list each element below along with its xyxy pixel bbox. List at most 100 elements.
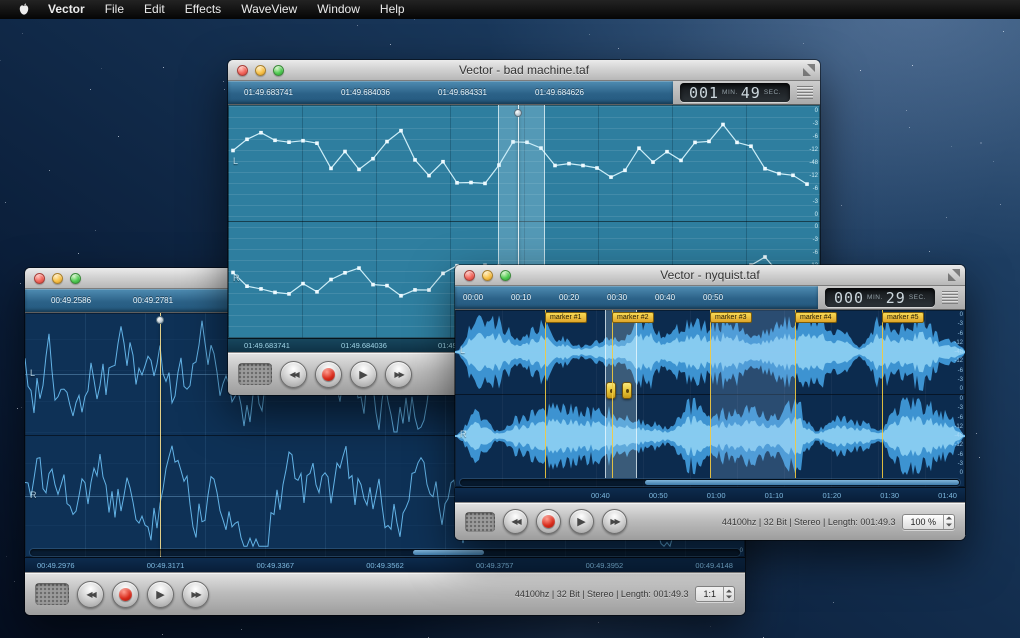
traffic-lights: [464, 270, 511, 281]
apple-icon: [18, 3, 30, 17]
titlebar[interactable]: Vector - bad machine.taf: [228, 60, 820, 81]
highlighted-region[interactable]: [710, 310, 795, 478]
close-button[interactable]: [34, 273, 45, 284]
fast-forward-button[interactable]: ▶▶: [602, 509, 627, 534]
speaker-grille: [238, 363, 272, 385]
marker-tag[interactable]: marker #2: [612, 312, 654, 323]
ruler-label: 01:30: [880, 491, 899, 500]
ruler-label: 00:10: [511, 293, 559, 302]
ruler-label: 01:49.683741: [244, 341, 341, 350]
marker-line[interactable]: marker #2: [612, 310, 613, 478]
waveform-display[interactable]: L R 0-3-6-12-48-12-6-30 0-3-6-12-48-12-6…: [455, 310, 965, 487]
minutes-value: 000: [834, 289, 864, 307]
marker-tag[interactable]: marker #4: [795, 312, 837, 323]
desktop: Vector File Edit Effects WaveView Window…: [0, 0, 1020, 638]
maximize-button[interactable]: [273, 65, 284, 76]
play-button[interactable]: ▶: [569, 509, 594, 534]
play-button[interactable]: ▶: [350, 361, 377, 388]
maximize-button[interactable]: [500, 270, 511, 281]
playhead-handle[interactable]: [514, 109, 522, 117]
menu-window[interactable]: Window: [307, 0, 370, 19]
selection-handle-right[interactable]: [622, 382, 632, 399]
marker-line[interactable]: marker #4: [795, 310, 796, 478]
speaker-grille: [35, 583, 69, 605]
marker-tag[interactable]: marker #3: [710, 312, 752, 323]
menu-edit[interactable]: Edit: [134, 0, 175, 19]
marker-line[interactable]: marker #1: [545, 310, 546, 478]
apple-menu[interactable]: [10, 3, 38, 17]
play-icon: ▶: [359, 368, 367, 381]
ruler-label: 00:49.2976: [37, 561, 75, 570]
record-button[interactable]: [112, 581, 139, 608]
menu-vector[interactable]: Vector: [38, 0, 95, 19]
rewind-button[interactable]: ◀◀: [503, 509, 528, 534]
zoom-stepper[interactable]: [723, 587, 734, 601]
stepper-up-icon[interactable]: [944, 515, 954, 522]
horizontal-scrollbar[interactable]: [30, 549, 740, 556]
ruler-label: 00:49.3367: [256, 561, 294, 570]
drag-grip[interactable]: [942, 291, 958, 304]
record-button[interactable]: [315, 361, 342, 388]
maximize-button[interactable]: [70, 273, 81, 284]
channel-label-left: L: [30, 368, 35, 378]
close-button[interactable]: [464, 270, 475, 281]
timeline-ruler-top[interactable]: 00:00 00:10 00:20 00:30 00:40 00:50: [455, 286, 818, 309]
timeline-ruler-bottom[interactable]: 00:40 00:50 01:00 01:10 01:20 01:30 01:4…: [455, 487, 965, 502]
marker-line[interactable]: marker #3: [710, 310, 711, 478]
ruler-label: 00:49.2586: [51, 296, 133, 305]
traffic-lights: [237, 65, 284, 76]
menu-file[interactable]: File: [95, 0, 134, 19]
marker-tag[interactable]: marker #5: [882, 312, 924, 323]
time-display: 001 MIN. 49 SEC.: [680, 83, 790, 102]
rewind-button[interactable]: ◀◀: [280, 361, 307, 388]
channel-label-left: L: [460, 345, 465, 355]
minimize-button[interactable]: [255, 65, 266, 76]
playhead[interactable]: [160, 313, 161, 557]
rewind-icon: ◀◀: [86, 590, 94, 599]
menu-waveview[interactable]: WaveView: [231, 0, 307, 19]
close-button[interactable]: [237, 65, 248, 76]
zoom-stepper[interactable]: [943, 515, 954, 529]
minimize-button[interactable]: [52, 273, 63, 284]
ruler-label: 00:40: [591, 491, 610, 500]
stepper-down-icon[interactable]: [944, 522, 954, 529]
time-readout-area: 000 MIN. 29 SEC.: [818, 286, 965, 309]
timeline-ruler-bottom[interactable]: 00:49.2976 00:49.3171 00:49.3367 00:49.3…: [25, 557, 745, 572]
rewind-button[interactable]: ◀◀: [77, 581, 104, 608]
fullscreen-icon[interactable]: [948, 269, 960, 281]
fast-forward-button[interactable]: ▶▶: [182, 581, 209, 608]
drag-grip[interactable]: [797, 86, 813, 99]
marker-line[interactable]: marker #5: [882, 310, 883, 478]
fast-forward-icon: ▶▶: [610, 517, 618, 526]
file-info-text: 44100hz | 32 Bit | Stereo | Length: 001:…: [722, 517, 896, 527]
selection-handle-left[interactable]: [606, 382, 616, 399]
channel-label-right: R: [233, 273, 240, 283]
fast-forward-icon: ▶▶: [191, 590, 199, 599]
titlebar[interactable]: Vector - nyquist.taf: [455, 265, 965, 286]
play-icon: ▶: [156, 588, 164, 601]
fast-forward-button[interactable]: ▶▶: [385, 361, 412, 388]
record-button[interactable]: [536, 509, 561, 534]
stepper-down-icon[interactable]: [724, 594, 734, 601]
menu-help[interactable]: Help: [370, 0, 415, 19]
zoom-select[interactable]: 1:1: [695, 586, 735, 602]
fullscreen-icon[interactable]: [803, 64, 815, 76]
timeline-ruler-top[interactable]: 01:49.683741 01:49.684036 01:49.684331 0…: [228, 81, 673, 104]
zoom-select[interactable]: 100 %: [902, 514, 955, 530]
menu-effects[interactable]: Effects: [175, 0, 231, 19]
ruler-label: 01:20: [822, 491, 841, 500]
scrollbar-thumb[interactable]: [413, 550, 484, 555]
minutes-unit: MIN.: [867, 294, 883, 301]
marker-tag[interactable]: marker #1: [545, 312, 587, 323]
traffic-lights: [34, 273, 81, 284]
ruler-label: 00:49.3952: [586, 561, 624, 570]
playhead-handle[interactable]: [156, 316, 164, 324]
minimize-button[interactable]: [482, 270, 493, 281]
ruler-label: 01:49.683741: [244, 88, 341, 97]
horizontal-scrollbar[interactable]: [460, 479, 960, 486]
stepper-up-icon[interactable]: [724, 587, 734, 594]
scrollbar-thumb[interactable]: [645, 480, 959, 485]
ruler-header: 00:00 00:10 00:20 00:30 00:40 00:50 000 …: [455, 286, 965, 310]
seconds-unit: SEC.: [764, 89, 781, 96]
play-button[interactable]: ▶: [147, 581, 174, 608]
